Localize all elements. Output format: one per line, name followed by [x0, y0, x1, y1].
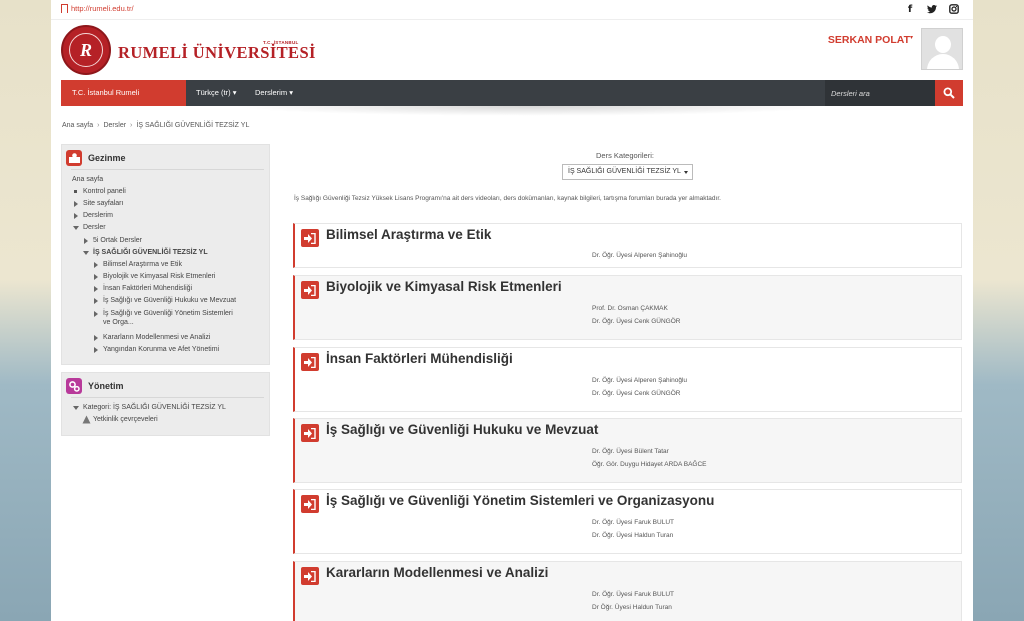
tree-item[interactable]: Ana sayfa — [72, 175, 103, 184]
logo-text[interactable]: RUMELİ ÜNİVERSİTESİ — [118, 43, 316, 63]
breadcrumb-separator: › — [130, 122, 133, 129]
course-title[interactable]: Kararların Modellenmesi ve Analizi — [326, 565, 548, 580]
avatar[interactable] — [921, 28, 963, 70]
search-icon — [943, 87, 955, 99]
tree-item[interactable]: Bilimsel Araştırma ve Etik — [92, 260, 182, 269]
nav-language-label: Türkçe (tr) — [196, 88, 231, 97]
caret-down-icon: ▾ — [289, 88, 293, 97]
course-teacher[interactable]: Dr Öğr. Üyesi Haldun Turan — [592, 604, 672, 611]
tree-item[interactable]: İş Sağlığı ve Güvenliği Yönetim Sistemle… — [92, 309, 242, 327]
course-teacher[interactable]: Dr. Öğr. Üyesi Cenk GÜNGÖR — [592, 390, 681, 397]
administration-block: Yönetim Kategori: İŞ SAĞLIĞI GÜVENLİĞİ T… — [61, 372, 270, 436]
site-link[interactable]: http://rumeli.edu.tr/ — [61, 4, 134, 13]
user-menu[interactable]: SERKAN POLAT▾ — [828, 34, 913, 46]
facebook-icon[interactable]: f — [905, 3, 915, 15]
course-search-input[interactable] — [825, 80, 935, 106]
course-teacher[interactable]: Dr. Öğr. Üyesi Alperen Şahinoğlu — [592, 252, 687, 259]
caret-down-icon — [684, 171, 688, 174]
course-box[interactable]: Biyolojik ve Kimyasal Risk Etmenleri Pro… — [293, 275, 962, 340]
top-strip: http://rumeli.edu.tr/ f — [51, 0, 973, 20]
breadcrumb-home[interactable]: Ana sayfa — [62, 122, 93, 129]
course-title[interactable]: İş Sağlığı ve Güvenliği Yönetim Sistemle… — [326, 493, 714, 508]
tree-item-active[interactable]: İŞ SAĞLIĞI GÜVENLİĞİ TEZSİZ YL — [82, 248, 208, 257]
tree-item[interactable]: Yangından Korunma ve Afet Yönetimi — [92, 345, 219, 354]
tree-item[interactable]: 5i Ortak Dersler — [82, 236, 142, 245]
tree-item[interactable]: Yetkinlik çevrçeveleri — [82, 415, 158, 424]
tree-item[interactable]: Biyolojik ve Kimyasal Risk Etmenleri — [92, 272, 215, 281]
search-button[interactable] — [935, 80, 963, 106]
tree-item[interactable]: Site sayfaları — [72, 199, 123, 208]
category-selected: İŞ SAĞLIĞI GÜVENLİĞİ TEZSİZ YL — [568, 168, 681, 175]
tree-item[interactable]: Kararların Modellenmesi ve Analizi — [92, 333, 210, 342]
course-teacher[interactable]: Dr. Öğr. Üyesi Faruk BULUT — [592, 519, 674, 526]
course-title[interactable]: Biyolojik ve Kimyasal Risk Etmenleri — [326, 279, 562, 294]
nav-my-courses[interactable]: Derslerim ▾ — [245, 80, 303, 106]
page: http://rumeli.edu.tr/ f R T.C. İSTANBUL … — [51, 0, 973, 621]
enter-course-icon[interactable] — [301, 495, 319, 513]
breadcrumb-separator: › — [97, 122, 100, 129]
block-title: Yönetim — [88, 381, 124, 391]
category-select[interactable]: İŞ SAĞLIĞI GÜVENLİĞİ TEZSİZ YL — [562, 164, 693, 180]
course-box[interactable]: Bilimsel Araştırma ve Etik Dr. Öğr. Üyes… — [293, 223, 962, 268]
course-teacher[interactable]: Dr. Öğr. Üyesi Haldun Turan — [592, 532, 673, 539]
course-teacher[interactable]: Dr. Öğr. Üyesi Bülent Tatar — [592, 448, 669, 455]
navigation-icon — [66, 150, 82, 166]
course-teacher[interactable]: Dr. Öğr. Üyesi Faruk BULUT — [592, 591, 674, 598]
tree-item[interactable]: Dersler — [72, 223, 106, 232]
breadcrumb-category[interactable]: İŞ SAĞLIĞI GÜVENLİĞİ TEZSİZ YL — [136, 122, 249, 129]
main-navbar: T.C. İstanbul Rumeli Üniversitesi Türkçe… — [61, 80, 963, 123]
tree-item[interactable]: Derslerim — [72, 211, 113, 220]
nav-my-courses-label: Derslerim — [255, 88, 288, 97]
course-box[interactable]: Kararların Modellenmesi ve Analizi Dr. Ö… — [293, 561, 962, 621]
twitter-icon[interactable] — [927, 3, 937, 15]
enter-course-icon[interactable] — [301, 567, 319, 585]
tree-item[interactable]: İş Sağlığı ve Güvenliği Hukuku ve Mevzua… — [92, 296, 236, 305]
instagram-icon[interactable] — [949, 3, 959, 15]
course-teacher[interactable]: Prof. Dr. Osman ÇAKMAK — [592, 305, 668, 312]
social-links: f — [905, 3, 959, 15]
course-teacher[interactable]: Dr. Öğr. Üyesi Cenk GÜNGÖR — [592, 318, 681, 325]
enter-course-icon[interactable] — [301, 229, 319, 247]
course-box[interactable]: İş Sağlığı ve Güvenliği Yönetim Sistemle… — [293, 489, 962, 554]
course-title[interactable]: Bilimsel Araştırma ve Etik — [326, 227, 491, 242]
nav-shadow — [231, 106, 831, 116]
navigation-block: Gezinme Ana sayfa Kontrol paneli Site sa… — [61, 144, 270, 365]
caret-down-icon: ▾ — [909, 35, 913, 41]
caret-down-icon: ▾ — [232, 88, 237, 97]
site-header: R T.C. İSTANBUL RUMELİ ÜNİVERSİTESİ SERK… — [51, 20, 973, 80]
course-teacher[interactable]: Öğr. Gör. Duygu Hidayet ARDA BAĞCE — [592, 461, 707, 468]
settings-cogs-icon — [66, 378, 82, 394]
tree-item[interactable]: İnsan Faktörleri Mühendisliği — [92, 284, 192, 293]
category-label: Ders Kategorileri: — [596, 151, 654, 160]
category-description: İş Sağlığı Güvenliği Tezsiz Yüksek Lisan… — [294, 195, 721, 202]
search-box — [825, 80, 935, 106]
tree-item[interactable]: Kategori: İŞ SAĞLIĞI GÜVENLİĞİ TEZSİZ YL — [72, 403, 226, 412]
course-title[interactable]: İş Sağlığı ve Güvenliği Hukuku ve Mevzua… — [326, 422, 598, 437]
university-seal-logo[interactable]: R — [61, 25, 111, 75]
course-title[interactable]: İnsan Faktörleri Mühendisliği — [326, 351, 513, 366]
competency-icon — [82, 415, 91, 424]
bookmark-icon — [61, 4, 68, 13]
enter-course-icon[interactable] — [301, 281, 319, 299]
course-box[interactable]: İnsan Faktörleri Mühendisliği Dr. Öğr. Ü… — [293, 347, 962, 412]
block-title: Gezinme — [88, 153, 126, 163]
breadcrumb: Ana sayfa › Dersler › İŞ SAĞLIĞI GÜVENLİĞİ T… — [62, 122, 249, 129]
course-teacher[interactable]: Dr. Öğr. Üyesi Alperen Şahinoğlu — [592, 377, 687, 384]
tree-item[interactable]: Kontrol paneli — [72, 187, 126, 196]
site-url[interactable]: http://rumeli.edu.tr/ — [71, 4, 134, 13]
breadcrumb-courses[interactable]: Dersler — [103, 122, 126, 129]
nav-language[interactable]: Türkçe (tr) ▾ — [186, 80, 246, 106]
enter-course-icon[interactable] — [301, 424, 319, 442]
course-box[interactable]: İş Sağlığı ve Güvenliği Hukuku ve Mevzua… — [293, 418, 962, 483]
enter-course-icon[interactable] — [301, 353, 319, 371]
nav-home[interactable]: T.C. İstanbul Rumeli Üniversitesi — [61, 80, 186, 123]
user-name[interactable]: SERKAN POLAT — [828, 34, 910, 46]
